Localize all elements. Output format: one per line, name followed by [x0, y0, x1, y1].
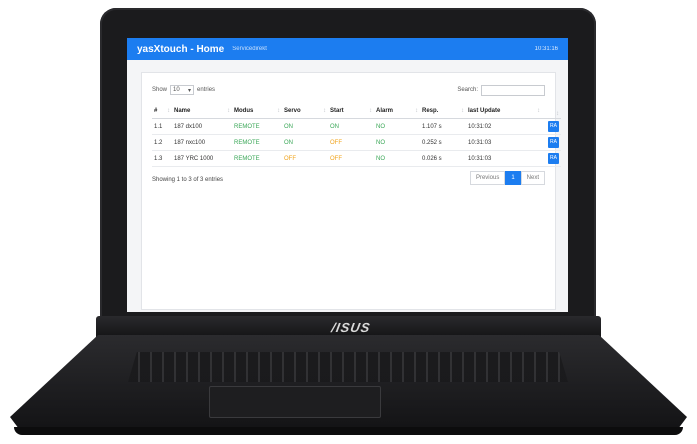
- robots-table: # ↕ Name ↕ Modus ↕ Servo ↕ Start ↕ Alarm ↕ Res…: [152, 104, 561, 167]
- page-1-button[interactable]: 1: [505, 171, 521, 185]
- col-header-id[interactable]: # ↕: [152, 104, 172, 119]
- search-input[interactable]: [481, 84, 545, 96]
- remote-access-button[interactable]: RA: [548, 121, 559, 132]
- cell-action: RA: [542, 118, 561, 135]
- cell-name: 187 dx100: [172, 118, 232, 135]
- laptop-base: [10, 335, 687, 435]
- col-header-servo[interactable]: Servo ↕: [282, 104, 328, 119]
- page-length-value: 10: [173, 87, 180, 93]
- cell-servo: OFF: [282, 150, 328, 167]
- search-group: Search:: [457, 84, 545, 96]
- col-header-action: ↕: [542, 104, 561, 119]
- navbar: yasXtouch - Home Servicedirekt 10:31:16: [127, 38, 568, 60]
- cell-resp: 1.107 s: [420, 118, 466, 135]
- cell-servo: ON: [282, 118, 328, 135]
- sort-icon: ↕: [415, 108, 418, 114]
- cell-name: 187 YRC 1000: [172, 150, 232, 167]
- cell-last-update: 10:31:03: [466, 150, 542, 167]
- col-header-start[interactable]: Start ↕: [328, 104, 374, 119]
- remote-access-button[interactable]: RA: [548, 153, 559, 164]
- table-info: Showing 1 to 3 of 3 entries: [152, 177, 224, 183]
- cell-name: 187 nxc100: [172, 134, 232, 151]
- navbar-subtitle[interactable]: Servicedirekt: [232, 46, 267, 52]
- sort-icon: ↕: [556, 111, 559, 117]
- cell-alarm: NO: [374, 150, 420, 167]
- cell-start: OFF: [328, 150, 374, 167]
- show-label: Show: [152, 87, 168, 93]
- cell-action: RA: [542, 134, 561, 151]
- cell-modus: REMOTE: [232, 118, 282, 135]
- sort-icon: ↕: [167, 108, 170, 114]
- col-header-name[interactable]: Name ↕: [172, 104, 232, 119]
- laptop-front-edge: [14, 427, 683, 435]
- table-header-row: # ↕ Name ↕ Modus ↕ Servo ↕ Start ↕ Alarm ↕ Res…: [152, 104, 561, 119]
- table-row[interactable]: 1.1 187 dx100 REMOTE ON ON NO 1.107 s 10…: [152, 118, 561, 135]
- cell-start: OFF: [328, 134, 374, 151]
- sort-icon: ↕: [323, 108, 326, 114]
- cell-action: RA: [542, 150, 561, 167]
- pagination: Previous 1 Next: [469, 171, 545, 185]
- entries-label: entries: [197, 87, 216, 93]
- table-controls: Show 10 ▾ entries Search:: [152, 83, 545, 97]
- laptop-logo: /ISUS: [330, 320, 372, 335]
- remote-access-button[interactable]: RA: [548, 137, 559, 148]
- cell-id: 1.1: [152, 118, 172, 135]
- cell-resp: 0.252 s: [420, 134, 466, 151]
- sort-icon: ↕: [227, 108, 230, 114]
- table-row[interactable]: 1.3 187 YRC 1000 REMOTE OFF OFF NO 0.026…: [152, 150, 561, 167]
- laptop-keyboard: [128, 352, 568, 382]
- cell-servo: ON: [282, 134, 328, 151]
- robots-card: Show 10 ▾ entries Search: # ↕ Name ↕ Modus…: [141, 72, 561, 310]
- cell-id: 1.3: [152, 150, 172, 167]
- col-header-resp[interactable]: Resp. ↕: [420, 104, 466, 119]
- cell-alarm: NO: [374, 118, 420, 135]
- cell-last-update: 10:31:02: [466, 118, 542, 135]
- cell-alarm: NO: [374, 134, 420, 151]
- app-brand[interactable]: yasXtouch - Home: [137, 44, 224, 55]
- col-header-modus[interactable]: Modus ↕: [232, 104, 282, 119]
- col-header-last-update[interactable]: last Update ↕: [466, 104, 542, 119]
- table-row[interactable]: 1.2 187 nxc100 REMOTE ON OFF NO 0.252 s …: [152, 134, 561, 151]
- cell-modus: REMOTE: [232, 134, 282, 151]
- search-label: Search:: [457, 87, 478, 93]
- navbar-time: 10:31:16: [534, 46, 558, 52]
- sort-icon: ↕: [277, 108, 280, 114]
- cell-modus: REMOTE: [232, 150, 282, 167]
- previous-button[interactable]: Previous: [469, 171, 506, 185]
- cell-last-update: 10:31:03: [466, 134, 542, 151]
- cell-resp: 0.026 s: [420, 150, 466, 167]
- laptop-screen: yasXtouch - Home Servicedirekt 10:31:16 …: [127, 38, 568, 312]
- laptop-touchpad: [209, 386, 381, 418]
- cell-id: 1.2: [152, 134, 172, 151]
- next-button[interactable]: Next: [520, 171, 545, 185]
- col-header-alarm[interactable]: Alarm ↕: [374, 104, 420, 119]
- sort-icon: ↕: [537, 108, 540, 114]
- sort-icon: ↕: [461, 108, 464, 114]
- page-length-select[interactable]: 10 ▾: [170, 85, 195, 95]
- cell-start: ON: [328, 118, 374, 135]
- chevron-down-icon: ▾: [188, 87, 192, 94]
- sort-icon: ↕: [369, 108, 372, 114]
